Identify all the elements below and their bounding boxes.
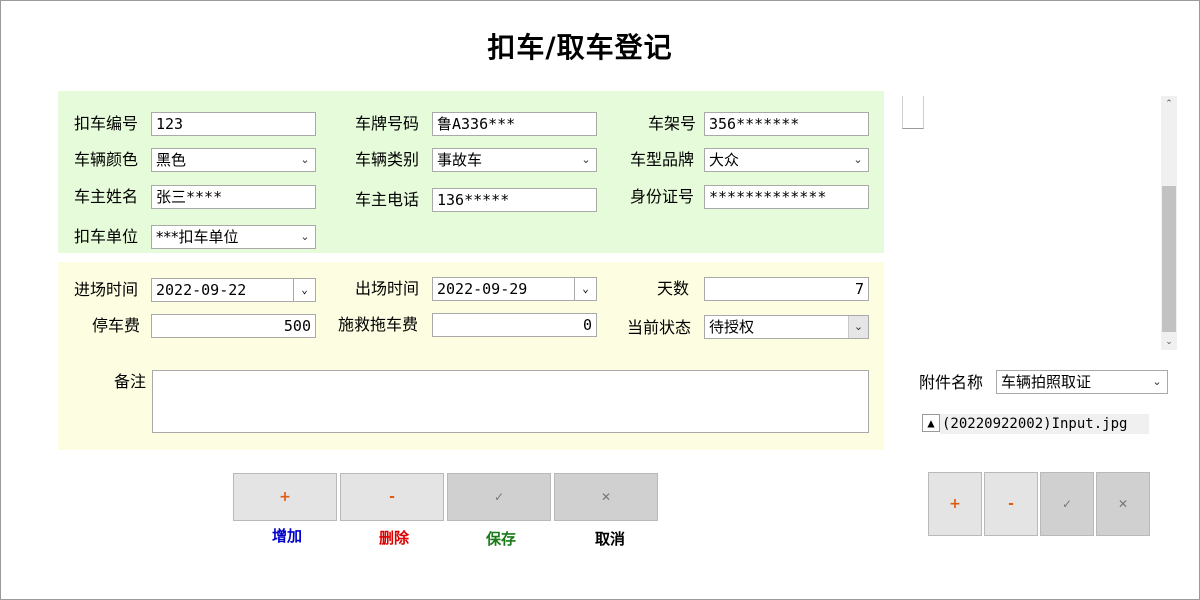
- minus-icon: -: [389, 489, 395, 505]
- scroll-up-icon[interactable]: ⌃: [1161, 96, 1177, 112]
- add-label[interactable]: 增加: [235, 525, 339, 546]
- color-label: 车辆颜色: [74, 150, 139, 169]
- plus-icon: +: [279, 489, 291, 505]
- remark-label: 备注: [114, 372, 147, 391]
- owner-label: 车主姓名: [74, 187, 139, 206]
- color-select[interactable]: 黑色 ⌄: [151, 148, 316, 172]
- status-value: 待授权: [709, 318, 755, 336]
- days-field[interactable]: 7: [704, 277, 869, 301]
- in-time-label: 进场时间: [74, 280, 139, 299]
- attachment-save-button[interactable]: ✓: [1040, 472, 1094, 536]
- page-title: 扣车/取车登记: [487, 31, 673, 64]
- chevron-down-icon[interactable]: ⌄: [848, 316, 868, 338]
- attachment-delete-button[interactable]: -: [984, 472, 1038, 536]
- parking-fee-label: 停车费: [92, 316, 141, 335]
- close-icon: ✕: [600, 490, 612, 504]
- type-select[interactable]: 事故车 ⌄: [432, 148, 597, 172]
- plate-label: 车牌号码: [355, 114, 420, 133]
- calendar-dropdown-icon[interactable]: ⌄: [574, 278, 596, 300]
- plus-icon: +: [949, 496, 961, 512]
- chevron-down-icon[interactable]: ⌄: [1147, 371, 1167, 393]
- attachment-cancel-button[interactable]: ✕: [1096, 472, 1150, 536]
- out-time-label: 出场时间: [355, 279, 420, 298]
- owner-field[interactable]: 张三****: [151, 185, 316, 209]
- attachment-name-label: 附件名称: [919, 373, 984, 392]
- id-field[interactable]: *************: [704, 185, 869, 209]
- attachment-name-value: 车辆拍照取证: [1001, 373, 1092, 391]
- days-label: 天数: [657, 279, 690, 298]
- phone-label: 车主电话: [355, 190, 420, 209]
- unit-select[interactable]: ***扣车单位 ⌄: [151, 225, 316, 249]
- close-icon: ✕: [1117, 497, 1129, 511]
- vehicle-no-field[interactable]: 123: [151, 112, 316, 136]
- delete-label[interactable]: 删除: [342, 527, 446, 548]
- out-time-picker[interactable]: 2022-09-29 ⌄: [432, 277, 597, 301]
- calendar-dropdown-icon[interactable]: ⌄: [293, 279, 315, 301]
- attachment-thumbnail[interactable]: [902, 96, 924, 129]
- triangle-up-icon[interactable]: ▲: [922, 414, 940, 432]
- type-value: 事故车: [437, 151, 483, 169]
- in-time-value: 2022-09-22: [156, 281, 247, 299]
- out-time-value: 2022-09-29: [437, 280, 528, 298]
- parking-fee-field[interactable]: 500: [151, 314, 316, 338]
- check-icon: ✓: [493, 490, 505, 504]
- color-value: 黑色: [156, 151, 187, 169]
- frame-no-field[interactable]: 356*******: [704, 112, 869, 136]
- cancel-button[interactable]: ✕: [554, 473, 658, 521]
- attachment-file-name[interactable]: (20220922002)Input.jpg: [940, 414, 1150, 434]
- type-label: 车辆类别: [355, 150, 420, 169]
- unit-value: ***扣车单位: [156, 228, 239, 246]
- status-select[interactable]: 待授权 ⌄: [704, 315, 869, 339]
- unit-label: 扣车单位: [74, 227, 139, 246]
- brand-label: 车型品牌: [630, 150, 695, 169]
- vehicle-no-label: 扣车编号: [74, 114, 139, 133]
- id-label: 身份证号: [630, 187, 695, 206]
- chevron-down-icon[interactable]: ⌄: [295, 149, 315, 171]
- minus-icon: -: [1008, 496, 1014, 512]
- attachment-name-select[interactable]: 车辆拍照取证 ⌄: [996, 370, 1168, 394]
- plate-field[interactable]: 鲁A336***: [432, 112, 597, 136]
- remark-textarea[interactable]: [152, 370, 869, 433]
- delete-button[interactable]: -: [340, 473, 444, 521]
- attachment-scrollbar[interactable]: ⌃ ⌄: [1161, 96, 1177, 350]
- brand-value: 大众: [709, 151, 740, 169]
- frame-no-label: 车架号: [648, 114, 697, 133]
- status-label: 当前状态: [627, 318, 692, 337]
- brand-select[interactable]: 大众 ⌄: [704, 148, 869, 172]
- phone-field[interactable]: 136*****: [432, 188, 597, 212]
- save-label[interactable]: 保存: [449, 528, 553, 549]
- in-time-picker[interactable]: 2022-09-22 ⌄: [151, 278, 316, 302]
- chevron-down-icon[interactable]: ⌄: [295, 226, 315, 248]
- save-button[interactable]: ✓: [447, 473, 551, 521]
- scroll-down-icon[interactable]: ⌄: [1161, 334, 1177, 350]
- attachment-add-button[interactable]: +: [928, 472, 982, 536]
- scrollbar-thumb[interactable]: [1162, 186, 1176, 332]
- attachment-file-row[interactable]: ▲ (20220922002)Input.jpg: [922, 414, 1150, 434]
- tow-fee-label: 施救拖车费: [338, 315, 419, 334]
- tow-fee-field[interactable]: 0: [432, 313, 597, 337]
- add-button[interactable]: +: [233, 473, 337, 521]
- cancel-label[interactable]: 取消: [558, 528, 662, 549]
- chevron-down-icon[interactable]: ⌄: [848, 149, 868, 171]
- chevron-down-icon[interactable]: ⌄: [576, 149, 596, 171]
- check-icon: ✓: [1061, 497, 1073, 511]
